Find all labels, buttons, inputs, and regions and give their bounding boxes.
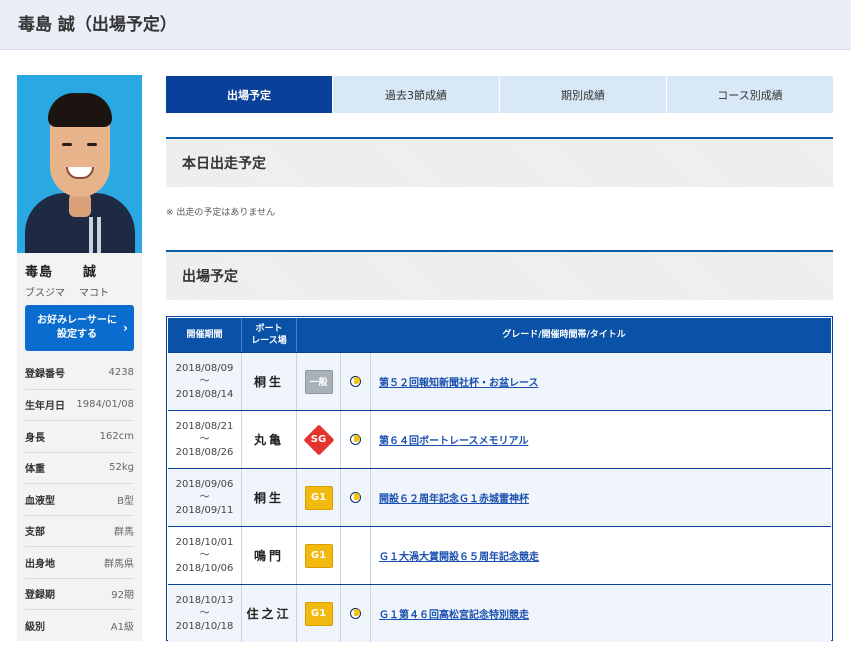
race-time-slot — [341, 527, 371, 584]
race-venue: 桐生 — [242, 469, 297, 526]
race-grade: G1 — [297, 585, 341, 642]
nighter-moon-icon — [350, 492, 361, 503]
grade-sg-badge: SG — [302, 423, 335, 456]
profile-row: 体重 52kg — [25, 451, 134, 484]
race-period: 2018/10/01 ～ 2018/10/06 — [168, 527, 242, 584]
chevron-right-icon: › — [123, 321, 128, 335]
race-grade: G1 — [297, 469, 341, 526]
racer-profile: 登録番号 4238 生年月日 1984/01/08 身長 162cm 体重 52kg 血… — [17, 357, 142, 641]
schedule-table: 開催期間 ボート レース場 グレード/開催時間帯/タイトル 2018/08/09 … — [166, 316, 833, 642]
race-title-link[interactable]: Ｇ１第４６回高松宮記念特別競走 — [379, 606, 529, 621]
table-row: 2018/10/13 ～ 2018/10/18 住之江 G1 Ｇ１第４６回高松宮… — [168, 584, 831, 642]
race-title-link[interactable]: 開設６２周年記念Ｇ１赤城雷神杯 — [379, 490, 529, 505]
race-title: 開設６２周年記念Ｇ１赤城雷神杯 — [371, 469, 831, 526]
racer-family-kana: ブスジマ — [25, 288, 65, 299]
nighter-moon-icon — [350, 608, 361, 619]
race-title: Ｇ１大渦大賞開設６５周年記念競走 — [371, 527, 831, 584]
schedule-rows: 2018/08/09 ～ 2018/08/14 桐生 一般 第５２回報知新聞社杯… — [168, 352, 831, 642]
race-grade: 一般 — [297, 353, 341, 410]
race-time-slot — [341, 411, 371, 468]
racer-given-name: 誠 — [83, 265, 98, 280]
race-title-link[interactable]: 第６４回ボートレースメモリアル — [379, 432, 528, 447]
race-period: 2018/09/06 ～ 2018/09/11 — [168, 469, 242, 526]
race-venue: 住之江 — [242, 585, 297, 642]
race-venue: 桐生 — [242, 353, 297, 410]
page-title: 毒島 誠（出場予定） — [18, 15, 177, 35]
profile-row: 血液型 B型 — [25, 483, 134, 515]
grade-g1-badge: G1 — [304, 543, 333, 568]
profile-row: 出身地 群馬県 — [25, 546, 134, 578]
nighter-moon-icon — [350, 376, 361, 387]
favorite-button-label-1: お好みレーサーに — [37, 315, 117, 326]
race-title: 第５２回報知新聞社杯・お盆レース — [371, 353, 831, 410]
profile-row: 登録番号 4238 — [25, 367, 134, 381]
favorite-button-label-2: 設定する — [57, 329, 97, 340]
race-time-slot — [341, 353, 371, 410]
race-title-link[interactable]: Ｇ１大渦大賞開設６５周年記念競走 — [379, 548, 539, 563]
tab-past-3-meets[interactable]: 過去3節成績 — [332, 76, 499, 113]
tab-course-results[interactable]: コース別成績 — [666, 76, 833, 113]
schedule-section-title: 出場予定 — [166, 250, 833, 300]
header-period: 開催期間 — [168, 318, 242, 352]
racer-family-name: 毒島 — [25, 265, 54, 280]
header-venue: ボート レース場 — [242, 318, 297, 352]
race-venue: 鳴門 — [242, 527, 297, 584]
profile-row: 生年月日 1984/01/08 — [25, 388, 134, 421]
tab-schedule[interactable]: 出場予定 — [166, 76, 332, 113]
racer-photo — [17, 75, 142, 253]
table-row: 2018/08/09 ～ 2018/08/14 桐生 一般 第５２回報知新聞社杯… — [168, 352, 831, 410]
race-grade: G1 — [297, 527, 341, 584]
racer-tabs: 出場予定 過去3節成績 期別成績 コース別成績 — [166, 76, 833, 113]
profile-row: 登録期 92期 — [25, 577, 134, 610]
header-grade-time-title: グレード/開催時間帯/タイトル — [502, 330, 626, 340]
race-time-slot — [341, 469, 371, 526]
no-race-note: ※ 出走の予定はありません — [166, 208, 276, 218]
profile-row: 級別 A1級 — [25, 609, 134, 641]
race-title: Ｇ１第４６回高松宮記念特別競走 — [371, 585, 831, 642]
favorite-racer-button[interactable]: お好みレーサーに 設定する › — [25, 305, 134, 351]
race-venue: 丸亀 — [242, 411, 297, 468]
page-header: 毒島 誠（出場予定） — [0, 0, 851, 50]
race-title-link[interactable]: 第５２回報知新聞社杯・お盆レース — [379, 374, 539, 389]
racer-name: 毒島 誠 ブスジマ マコト — [17, 253, 142, 305]
profile-row: 支部 群馬 — [25, 514, 134, 547]
grade-g1-badge: G1 — [304, 601, 333, 626]
race-time-slot — [341, 585, 371, 642]
race-period: 2018/08/09 ～ 2018/08/14 — [168, 353, 242, 410]
nighter-moon-icon — [350, 434, 361, 445]
table-row: 2018/09/06 ～ 2018/09/11 桐生 G1 開設６２周年記念Ｇ１… — [168, 468, 831, 526]
grade-g1-badge: G1 — [304, 485, 333, 510]
table-row: 2018/10/01 ～ 2018/10/06 鳴門 G1 Ｇ１大渦大賞開設６５… — [168, 526, 831, 584]
race-title: 第６４回ボートレースメモリアル — [371, 411, 831, 468]
racer-given-kana: マコト — [79, 288, 109, 299]
profile-row: 身長 162cm — [25, 420, 134, 452]
race-period: 2018/10/13 ～ 2018/10/18 — [168, 585, 242, 642]
race-grade: SG — [297, 411, 341, 468]
racer-sidebar: 毒島 誠 ブスジマ マコト お好みレーサーに 設定する › 登録番号 4238 生… — [17, 75, 142, 641]
today-section-title: 本日出走予定 — [166, 137, 833, 187]
race-period: 2018/08/21 ～ 2018/08/26 — [168, 411, 242, 468]
schedule-table-header: 開催期間 ボート レース場 グレード/開催時間帯/タイトル — [168, 318, 831, 352]
grade-ippan-badge: 一般 — [304, 369, 333, 394]
tab-term-results[interactable]: 期別成績 — [499, 76, 666, 113]
table-row: 2018/08/21 ～ 2018/08/26 丸亀 SG 第６４回ボートレース… — [168, 410, 831, 468]
